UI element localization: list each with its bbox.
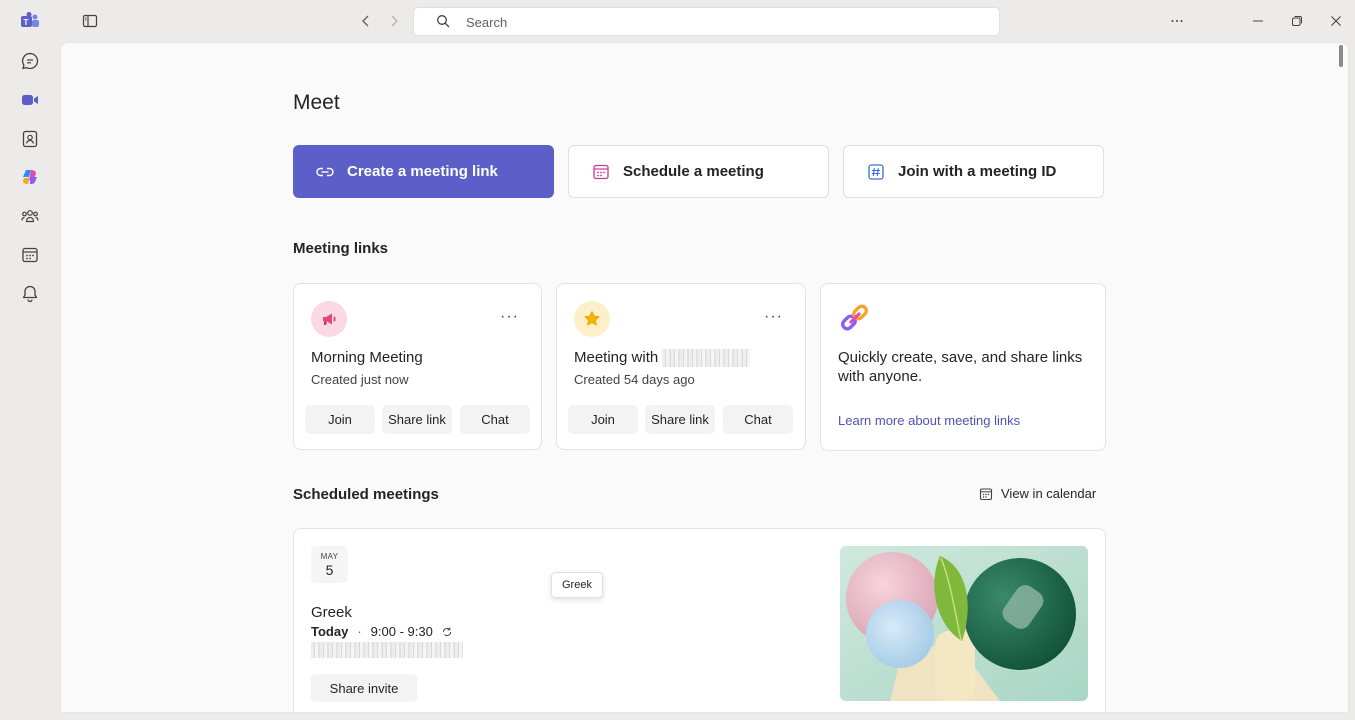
redacted-organizer [311,642,463,658]
chat-icon[interactable] [14,45,46,77]
share-link-button[interactable]: Share link [645,405,715,434]
meeting-link-created: Created just now [311,372,409,387]
meeting-link-title-text: Meeting with [574,349,659,366]
search-input[interactable]: Search [413,7,1000,36]
create-meeting-link-label: Create a meeting link [347,163,498,180]
activity-bell-icon[interactable] [14,278,46,310]
join-button[interactable]: Join [305,405,375,434]
meeting-link-created: Created 54 days ago [574,372,695,387]
more-options-icon[interactable]: ··· [764,308,783,326]
meeting-link-card[interactable]: ··· Morning Meeting Created just now Joi… [293,283,542,450]
view-in-calendar-label: View in calendar [1001,486,1097,501]
meeting-link-card[interactable]: ··· Meeting with Created 54 days ago Joi… [556,283,806,450]
join-button[interactable]: Join [568,405,638,434]
communities-icon[interactable] [14,200,46,232]
megaphone-icon [311,301,347,337]
chat-button[interactable]: Chat [460,405,530,434]
share-invite-button[interactable]: Share invite [311,674,417,702]
chain-link-icon [838,302,874,341]
search-icon [436,14,451,34]
page-title: Meet [293,91,340,114]
meeting-links-heading: Meeting links [293,240,389,257]
separator-dot: · [357,624,362,639]
date-day: 5 [325,562,334,578]
view-in-calendar-button[interactable]: View in calendar [979,486,1096,501]
search-placeholder: Search [466,15,508,30]
calendar-icon [979,487,993,501]
promo-text: Quickly create, save, and share links wi… [838,349,1083,385]
create-meeting-link-button[interactable]: Create a meeting link [293,145,554,198]
schedule-meeting-label: Schedule a meeting [623,163,764,180]
more-options-icon[interactable]: ··· [500,308,519,326]
minimize-icon[interactable] [1246,9,1270,33]
meeting-day-label: Today [311,624,349,639]
copilot-icon[interactable] [14,161,46,193]
forward-icon[interactable] [382,9,406,33]
date-badge: MAY 5 [311,546,348,583]
calendar-icon[interactable] [14,239,46,271]
meeting-link-title: Meeting with [574,349,751,368]
more-options-icon[interactable] [1165,9,1189,33]
star-icon [574,301,610,337]
meeting-illustration [840,546,1088,701]
hashtag-icon [866,162,886,182]
main-panel: Meet Create a meeting link Schedule a me… [60,42,1349,713]
date-month: MAY [320,552,339,561]
svg-text:T: T [24,18,29,27]
share-link-button[interactable]: Share link [382,405,452,434]
meeting-links-promo-card: Quickly create, save, and share links wi… [820,283,1106,451]
meet-icon[interactable] [14,84,46,116]
back-icon[interactable] [354,9,378,33]
learn-more-link[interactable]: Learn more about meeting links [838,413,1020,428]
join-with-id-button[interactable]: Join with a meeting ID [843,145,1104,198]
calendar-icon [591,162,611,182]
scrollbar[interactable] [1339,45,1343,67]
link-icon [315,162,335,182]
app-rail: T [0,0,60,720]
close-icon[interactable] [1324,9,1348,33]
meeting-time: 9:00 - 9:30 [370,624,433,639]
recurring-icon [441,626,453,638]
join-with-id-label: Join with a meeting ID [898,163,1057,180]
meeting-time-row: Today · 9:00 - 9:30 [311,624,453,639]
schedule-meeting-button[interactable]: Schedule a meeting [568,145,829,198]
tooltip: Greek [551,572,603,598]
restore-icon[interactable] [1285,9,1309,33]
contacts-icon[interactable] [14,123,46,155]
meeting-title: Greek [311,604,352,621]
scheduled-meetings-heading: Scheduled meetings [293,486,439,503]
teams-logo-icon[interactable]: T [14,5,46,37]
meeting-link-title: Morning Meeting [311,349,423,366]
redacted-name [662,349,751,368]
toggle-sidebar-icon[interactable] [78,9,102,33]
scheduled-meeting-card[interactable]: MAY 5 Greek Greek Today · 9:00 - 9:30 Sh… [293,528,1106,712]
chat-button[interactable]: Chat [723,405,793,434]
